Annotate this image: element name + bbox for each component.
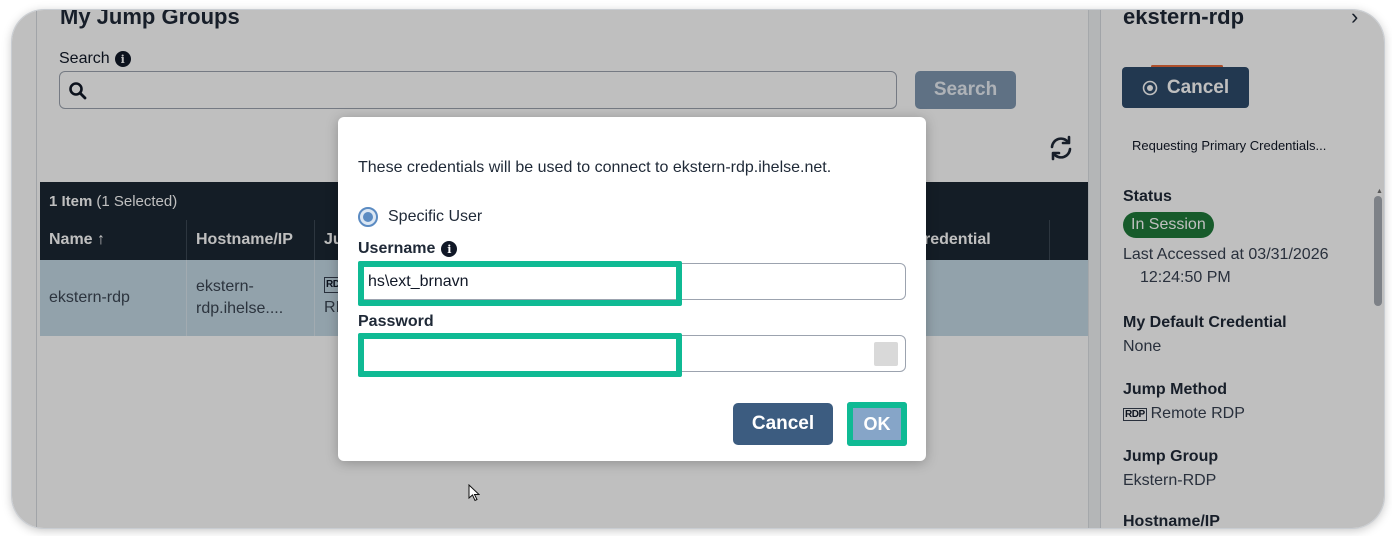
dialog-ok-button[interactable]: OK xyxy=(847,402,907,446)
radio-label: Specific User xyxy=(388,208,483,225)
password-label: Password xyxy=(358,313,434,330)
username-label-text: Username xyxy=(358,240,436,257)
password-manager-icon[interactable] xyxy=(874,342,898,366)
username-label: Username i xyxy=(358,240,458,258)
mouse-cursor-icon xyxy=(468,484,480,502)
username-input[interactable] xyxy=(358,263,906,300)
radio-button[interactable] xyxy=(358,207,378,227)
password-input[interactable] xyxy=(358,335,906,372)
dialog-cancel-button[interactable]: Cancel xyxy=(733,403,833,445)
app-window: My Jump Groups Search i Search 1 Item (1… xyxy=(12,10,1384,528)
specific-user-option[interactable]: Specific User xyxy=(358,207,482,227)
dialog-message: These credentials will be used to connec… xyxy=(358,159,832,176)
credentials-dialog: These credentials will be used to connec… xyxy=(338,117,926,461)
info-icon[interactable]: i xyxy=(441,241,458,257)
